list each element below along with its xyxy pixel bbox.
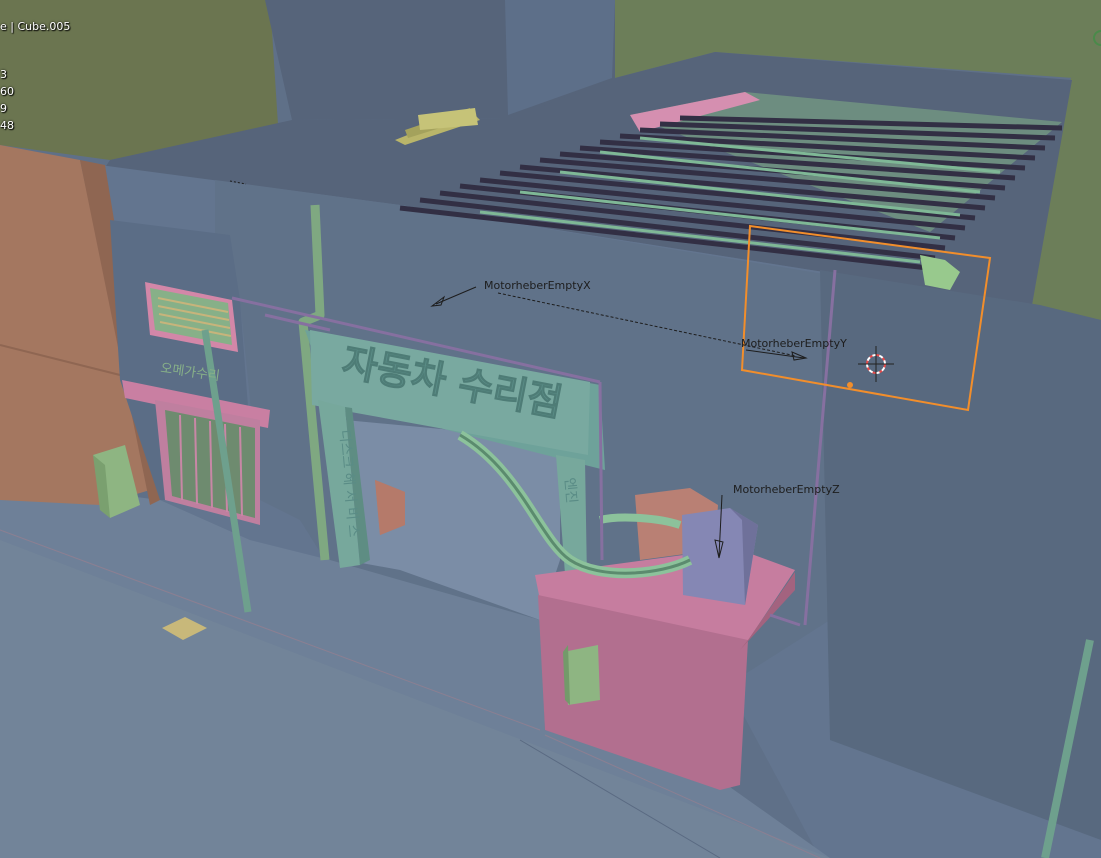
object-origin[interactable] (847, 382, 853, 388)
object-info: e | Cube.005 (0, 20, 71, 33)
3d-viewport[interactable]: 자동차 수리점 디스크 헤 서 비 스 엔진 오메가수리 e | Cube.00… (0, 0, 1101, 858)
stat-line: 3 (0, 68, 7, 81)
empty-x-label[interactable]: MotorheberEmptyX (484, 279, 591, 292)
stat-line: 60 (0, 85, 14, 98)
empty-z-label[interactable]: MotorheberEmptyZ (733, 483, 840, 496)
empty-y-label[interactable]: MotorheberEmptyY (741, 337, 847, 350)
stat-line: 48 (0, 119, 14, 132)
stat-line: 9 (0, 102, 7, 115)
stats-panel: 3 60 9 48 (0, 66, 14, 134)
right-pillar-text: 엔진 (561, 477, 579, 504)
scene-render[interactable]: 자동차 수리점 디스크 헤 서 비 스 엔진 오메가수리 (0, 0, 1101, 858)
